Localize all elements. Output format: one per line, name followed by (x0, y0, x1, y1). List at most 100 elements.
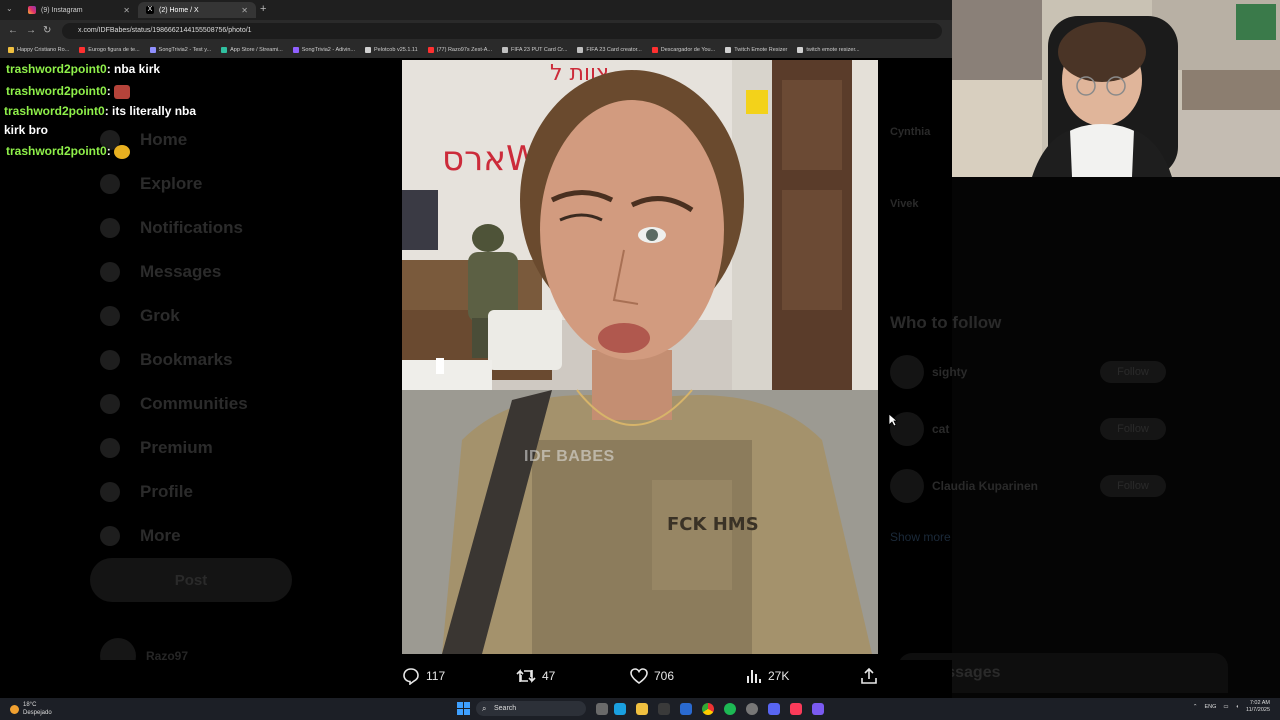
clock[interactable]: 7:02 AM 11/7/2025 (1246, 700, 1270, 714)
bookmark-item[interactable]: Pelotcob v25.1.11 (365, 47, 418, 53)
bookmark-label: Pelotcob v25.1.11 (374, 47, 418, 53)
suggestion-name: sighty (932, 365, 968, 379)
bookmark-label: twitch emote resizer... (806, 47, 860, 53)
follow-suggestion[interactable]: Claudia Kuparinen Follow (890, 469, 1166, 503)
tab-x-home[interactable]: X (2) Home / X ✕ (138, 2, 256, 18)
grok-icon (100, 306, 120, 326)
tab-label: (9) Instagram (41, 6, 83, 14)
settings-gear-icon[interactable] (746, 703, 758, 715)
mouse-cursor-icon (888, 413, 898, 427)
close-icon[interactable]: ✕ (123, 6, 130, 15)
views-chart-icon (747, 670, 761, 683)
bookmark-favicon-icon (365, 47, 372, 53)
bookmark-favicon-icon (577, 47, 584, 53)
x-nav-item-grok[interactable]: Grok (100, 294, 248, 338)
back-arrow-icon[interactable]: ← (8, 25, 18, 36)
reply-button[interactable]: 117 (402, 667, 445, 685)
follow-suggestion[interactable]: sighty Follow (890, 355, 1166, 389)
close-icon[interactable]: ✕ (241, 6, 248, 15)
store-icon[interactable] (658, 703, 670, 715)
file-explorer-icon[interactable] (636, 703, 648, 715)
reply-count: 117 (426, 669, 446, 683)
x-nav-item-premium[interactable]: Premium (100, 426, 248, 470)
windows-taskbar: 18°C Despejado ⌕ Search ⌃ ENG ▭ ◖ 7:02 A… (0, 698, 1280, 720)
discord-icon[interactable] (768, 703, 780, 715)
reload-icon[interactable]: ↻ (43, 25, 51, 36)
bookmark-item[interactable]: Twitch Emote Resizer (725, 47, 787, 53)
messages-icon (100, 262, 120, 282)
forward-arrow-icon[interactable]: → (26, 25, 36, 36)
show-more-link[interactable]: Show more (890, 530, 951, 544)
x-nav-item-messages[interactable]: Messages (100, 250, 248, 294)
clock-time: 7:02 AM (1249, 700, 1270, 706)
bookmark-label: FIFA 23 PUT Card Cr... (510, 47, 568, 53)
follow-button[interactable]: Follow (1100, 475, 1166, 497)
tab-instagram[interactable]: (9) Instagram ✕ (20, 2, 138, 18)
bookmark-item[interactable]: Happy Cristiano Ro... (8, 47, 69, 53)
chrome-icon[interactable] (702, 703, 714, 715)
stream-chat-overlay: trashword2point0: nba kirk trashword2poi… (0, 58, 380, 162)
views-button[interactable]: 27K (746, 667, 789, 685)
network-icon[interactable]: ▭ (1223, 704, 1228, 710)
windows-start-icon[interactable] (457, 702, 470, 715)
edge-icon[interactable] (614, 703, 626, 715)
x-nav-item-notifications[interactable]: Notifications (100, 206, 248, 250)
side-name-2: Vivek (890, 198, 919, 210)
profile-icon (100, 482, 120, 502)
x-nav-item-bookmarks[interactable]: Bookmarks (100, 338, 248, 382)
chevron-up-icon[interactable]: ⌃ (1193, 704, 1198, 710)
x-nav-item-profile[interactable]: Profile (100, 470, 248, 514)
repost-button[interactable]: 47 (516, 667, 555, 685)
bookmark-item[interactable]: SongTrivia2 - Test y... (149, 47, 211, 53)
x-nav-item-explore[interactable]: Explore (100, 162, 248, 206)
app-icon[interactable] (812, 703, 824, 715)
like-count: 706 (654, 669, 675, 683)
follow-button[interactable]: Follow (1100, 418, 1166, 440)
x-logo-icon: X (146, 6, 154, 14)
post-button[interactable]: Post (90, 558, 292, 602)
x-nav-label: Notifications (140, 218, 243, 237)
music-icon[interactable] (790, 703, 802, 715)
bookmark-label: SongTrivia2 - Adivin... (301, 47, 356, 53)
share-button[interactable] (860, 667, 878, 685)
x-nav-item-more[interactable]: More (100, 514, 248, 558)
bookmark-item[interactable]: FIFA 23 Card creator... (577, 47, 642, 53)
bookmark-item[interactable]: SongTrivia2 - Adivin... (292, 47, 356, 53)
browser-tab-bar: ⌄ (9) Instagram ✕ X (2) Home / X ✕ + (0, 0, 952, 20)
follow-button[interactable]: Follow (1100, 361, 1166, 383)
bookmark-favicon-icon (149, 47, 156, 53)
taskbar-search[interactable]: ⌕ Search (476, 701, 586, 716)
bookmark-label: App Store / Streami... (230, 47, 283, 53)
address-bar-row: ← → ↻ x.com/IDFBabes/status/198666214415… (0, 20, 952, 42)
suggestion-name: Claudia Kuparinen (932, 479, 1039, 493)
mail-icon[interactable] (680, 703, 692, 715)
url-input[interactable]: x.com/IDFBabes/status/198666214415550875… (62, 23, 942, 39)
spotify-icon[interactable] (724, 703, 736, 715)
follow-suggestion[interactable]: cat Follow (890, 412, 1166, 446)
bookmark-item[interactable]: App Store / Streami... (221, 47, 283, 53)
suggestion-name: cat (932, 422, 950, 436)
tweet-photo[interactable]: צוות ל ארסW FCK HMS IDF BABES (402, 60, 878, 654)
bookmark-item[interactable]: Eurogo figura de te... (79, 47, 140, 53)
avatar (890, 469, 924, 503)
language-indicator[interactable]: ENG (1204, 704, 1216, 710)
bookmark-favicon-icon (797, 47, 804, 53)
heart-icon (630, 668, 648, 684)
bookmark-item[interactable]: Descargador de You... (651, 47, 716, 53)
bookmark-item[interactable]: twitch emote resizer... (797, 47, 860, 53)
bookmark-item[interactable]: FIFA 23 PUT Card Cr... (501, 47, 568, 53)
bookmark-label: FIFA 23 Card creator... (586, 47, 642, 53)
chat-username: trashword2point0 (4, 104, 105, 118)
bookmark-item[interactable]: (77) Razo97s Zest-A... (427, 47, 492, 53)
bookmark-label: Descargador de You... (660, 47, 716, 53)
weather-widget[interactable]: 18°C Despejado (10, 701, 52, 717)
new-tab-plus-icon[interactable]: + (260, 3, 266, 15)
volume-icon[interactable]: ◖ (1236, 704, 1239, 710)
chat-text: : nba kirk (106, 62, 161, 76)
tab-search-icon[interactable]: ⌄ (6, 4, 13, 13)
bookmark-favicon-icon (501, 47, 508, 53)
like-button[interactable]: 706 (630, 667, 674, 685)
x-nav-item-communities[interactable]: Communities (100, 382, 248, 426)
task-view-icon[interactable] (596, 703, 608, 715)
notifications-icon (100, 218, 120, 238)
